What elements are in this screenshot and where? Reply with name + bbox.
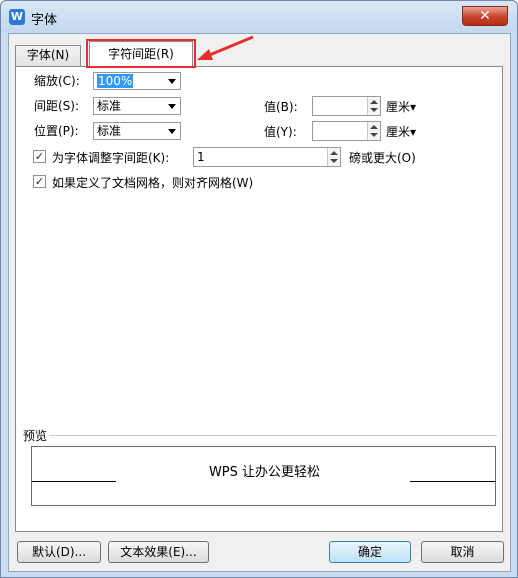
tab-font[interactable]: 字体(N): [15, 45, 81, 66]
snap-to-grid-label: 如果定义了文档网格，则对齐网格(W): [52, 176, 254, 190]
default-button[interactable]: 默认(D)...: [17, 541, 101, 563]
position-label: 位置(P):: [34, 124, 79, 138]
position-unit: 厘米: [386, 125, 411, 139]
spin-down-icon: [370, 133, 378, 137]
font-dialog: W 字体 ✕ 字体(N) 字符间距(R) 缩放(C): 100% 间距(S): …: [0, 0, 518, 578]
preview-group-label: 预览: [23, 429, 48, 443]
title-bar: W 字体 ✕: [1, 1, 517, 33]
checkmark-icon: ✓: [34, 150, 45, 163]
preview-text: WPS 让办公更轻松: [208, 465, 321, 480]
kerning-checkbox[interactable]: ✓: [33, 150, 46, 163]
dialog-client-area: 字体(N) 字符间距(R) 缩放(C): 100% 间距(S): 标准 值(B)…: [8, 33, 511, 572]
close-icon: ✕: [479, 8, 491, 24]
spin-up-icon: [370, 125, 378, 129]
checkmark-icon: ✓: [34, 175, 45, 188]
ok-button[interactable]: 确定: [329, 541, 411, 563]
chevron-down-icon: [168, 79, 176, 84]
text-effects-button[interactable]: 文本效果(E)...: [108, 541, 209, 563]
chevron-down-icon: ▾: [410, 100, 417, 114]
chevron-down-icon: [168, 104, 176, 109]
spinner-buttons[interactable]: [327, 148, 340, 166]
kerning-value: 1: [197, 150, 205, 164]
snap-to-grid-checkbox[interactable]: ✓: [33, 175, 46, 188]
tab-character-spacing[interactable]: 字符间距(R): [89, 41, 193, 67]
scale-value: 100%: [97, 74, 134, 88]
spinner-buttons[interactable]: [367, 122, 380, 140]
chevron-down-icon: ▾: [410, 125, 417, 139]
scale-label: 缩放(C):: [34, 74, 80, 88]
spacing-label: 间距(S):: [34, 99, 80, 113]
kerning-suffix: 磅或更大(O): [349, 151, 416, 165]
wps-writer-icon: W: [9, 9, 25, 25]
kerning-label: 为字体调整字间距(K):: [52, 151, 170, 165]
spacing-by-stepper[interactable]: [312, 96, 381, 116]
annotation-arrow-icon: [197, 35, 254, 60]
spin-down-icon: [370, 108, 378, 112]
position-combo[interactable]: 标准: [93, 122, 181, 140]
spin-up-icon: [370, 100, 378, 104]
preview-divider: [49, 435, 497, 436]
position-by-stepper[interactable]: [312, 121, 381, 141]
spin-down-icon: [330, 159, 338, 163]
spacing-unit-dropdown[interactable]: 厘米▾: [386, 98, 416, 115]
spin-up-icon: [330, 151, 338, 155]
spacing-unit: 厘米: [386, 100, 411, 114]
cancel-button[interactable]: 取消: [421, 541, 504, 563]
spinner-buttons[interactable]: [367, 97, 380, 115]
close-button[interactable]: ✕: [462, 6, 508, 26]
spacing-by-label: 值(B):: [264, 100, 298, 114]
position-value: 标准: [97, 124, 122, 138]
kerning-stepper[interactable]: 1: [193, 147, 341, 167]
spacing-combo[interactable]: 标准: [93, 97, 181, 115]
preview-baseline-left: [32, 481, 116, 482]
preview-baseline-right: [410, 481, 496, 482]
scale-combo[interactable]: 100%: [93, 72, 181, 90]
position-unit-dropdown[interactable]: 厘米▾: [386, 123, 416, 140]
preview-box: WPS 让办公更轻松: [31, 446, 496, 506]
chevron-down-icon: [168, 129, 176, 134]
dialog-title: 字体: [31, 13, 58, 28]
spacing-value: 标准: [97, 99, 122, 113]
position-by-label: 值(Y):: [264, 125, 297, 139]
